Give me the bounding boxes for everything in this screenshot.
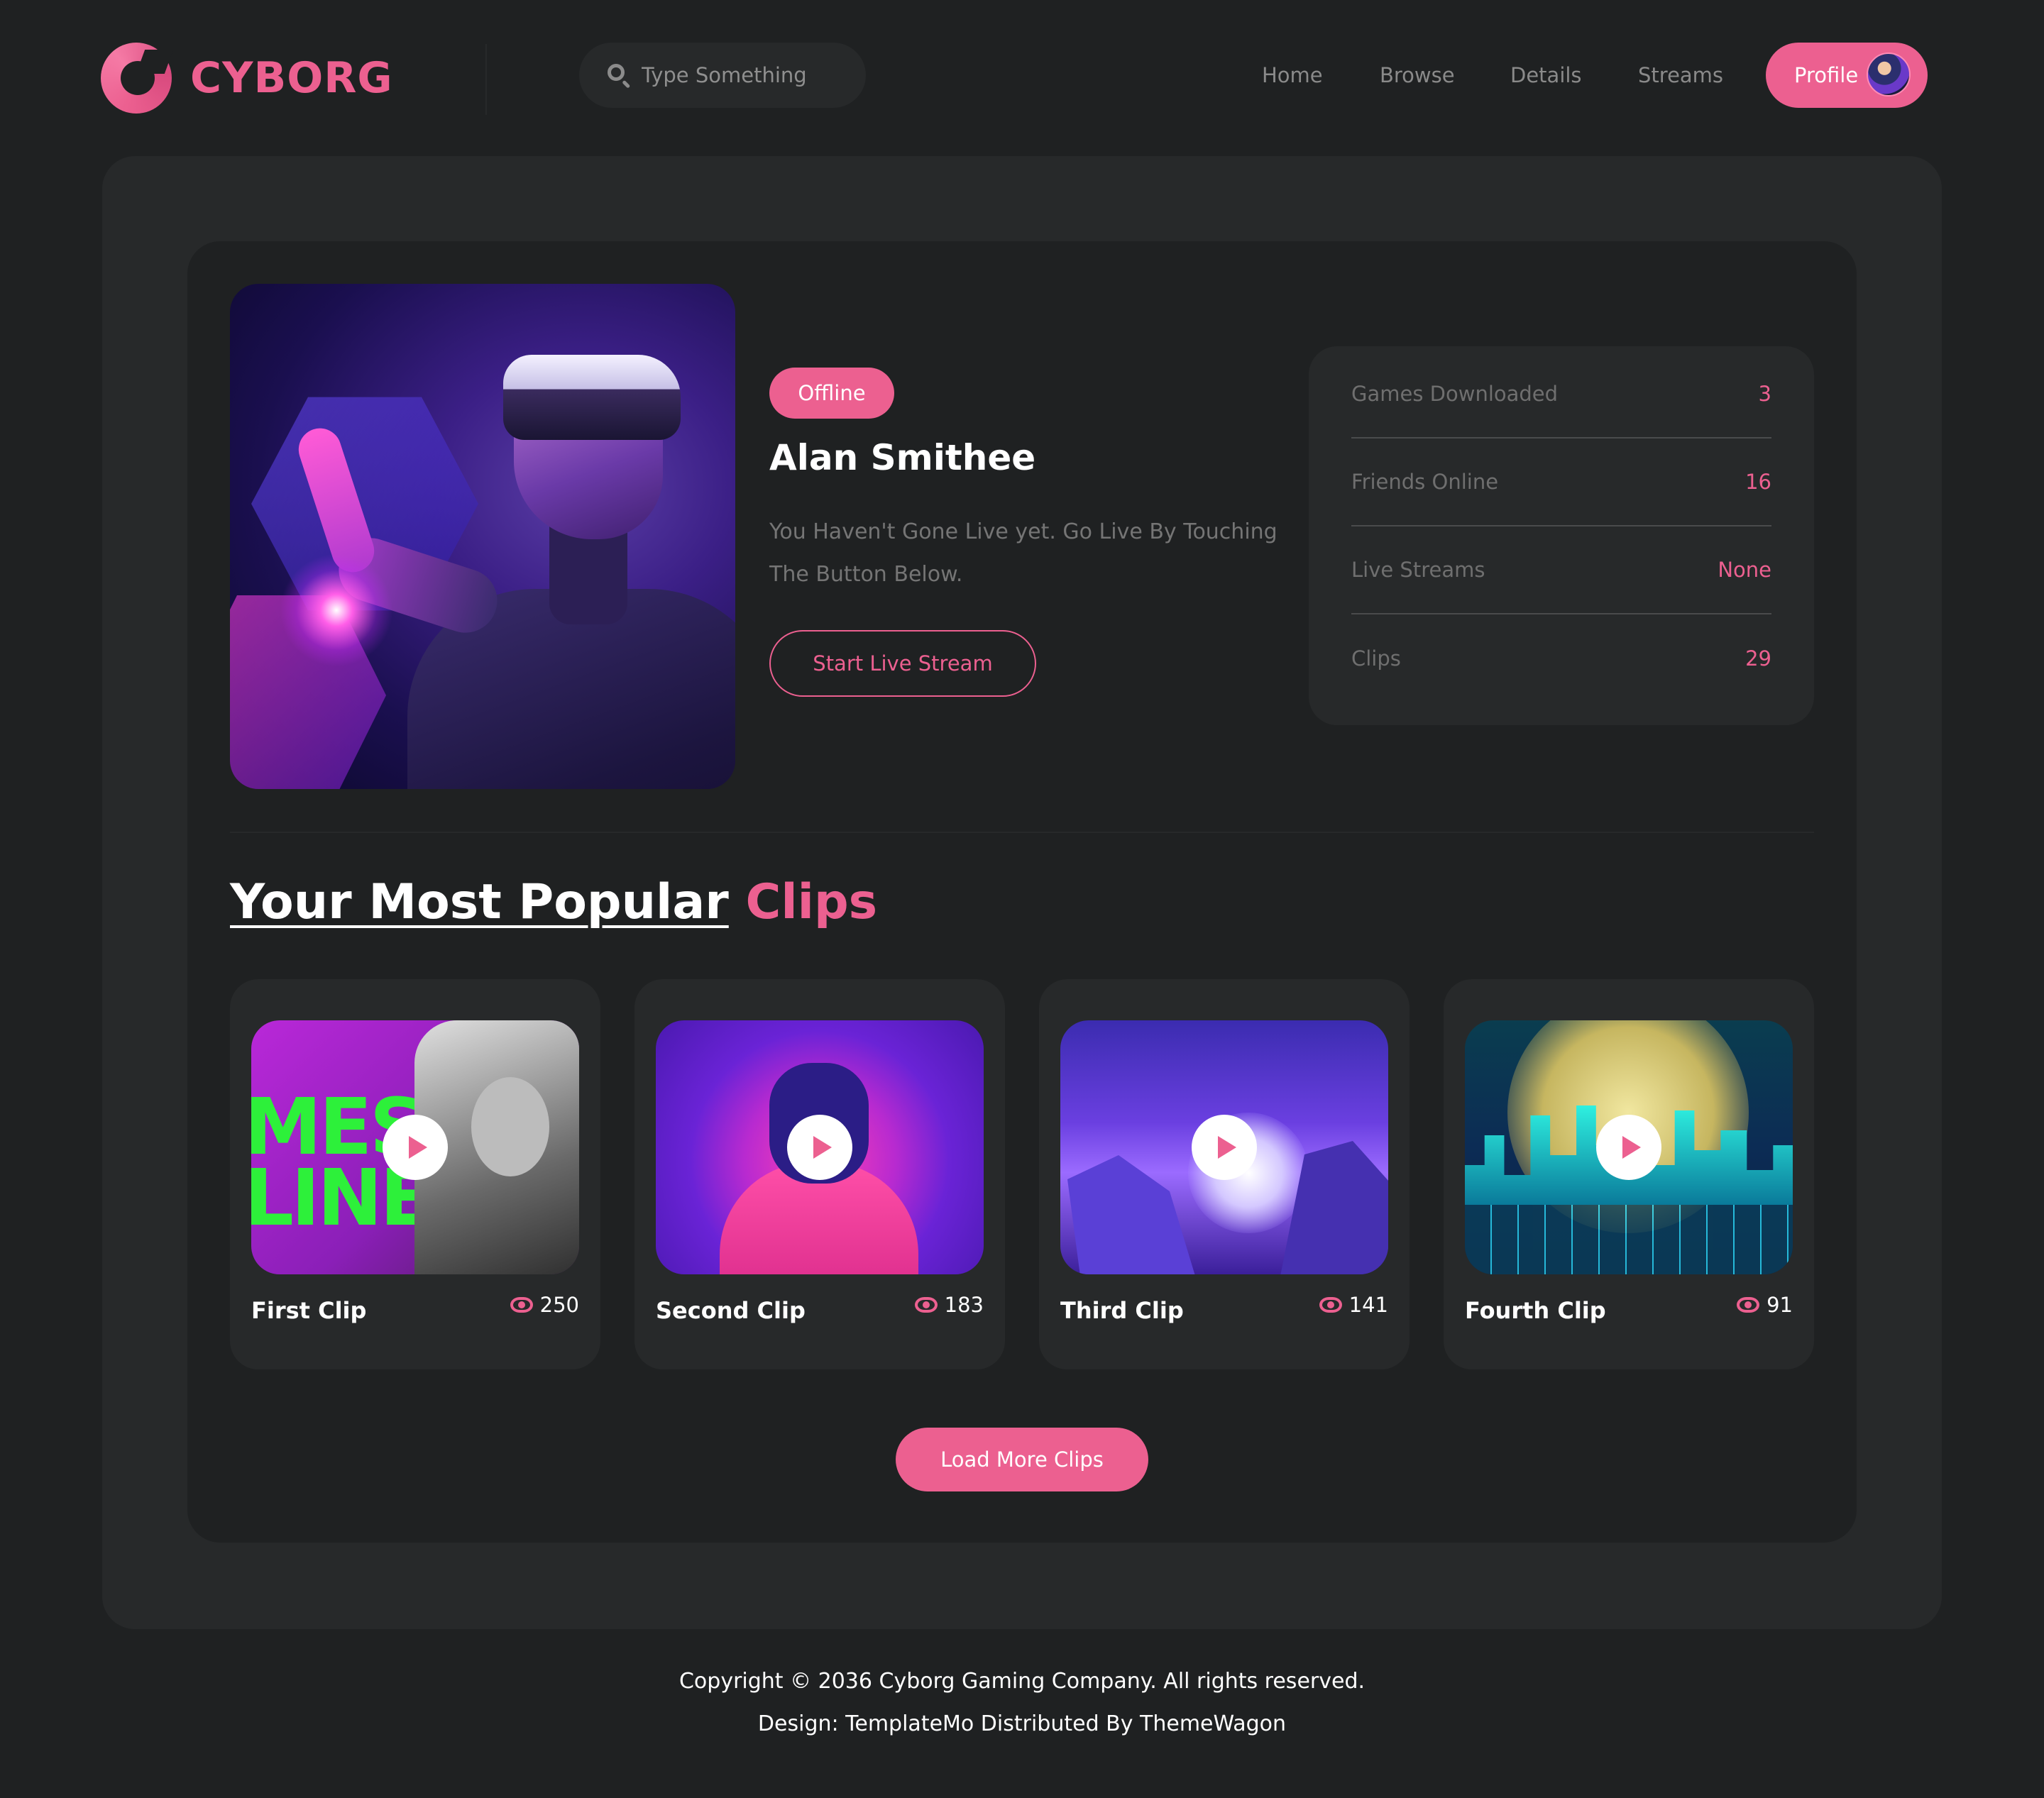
stat-value-live-streams: None xyxy=(1718,558,1771,582)
stats-card: Games Downloaded 3 Friends Online 16 Liv… xyxy=(1309,346,1814,725)
user-name: Alan Smithee xyxy=(769,437,1036,478)
footer-credit: Design: TemplateMo Distributed By ThemeW… xyxy=(757,1711,1287,1736)
clip-views: 91 xyxy=(1737,1293,1793,1317)
clip-thumbnail[interactable] xyxy=(656,1020,984,1274)
clip-views: 250 xyxy=(510,1293,579,1317)
clip-thumbnail[interactable] xyxy=(1060,1020,1388,1274)
stat-label-clips: Clips xyxy=(1351,646,1401,671)
profile-button[interactable]: Profile xyxy=(1766,43,1928,108)
section-heading-main: Your Most Popular xyxy=(230,874,729,930)
play-icon[interactable] xyxy=(1596,1115,1661,1180)
clip-thumbnail[interactable]: MES LINE xyxy=(251,1020,579,1274)
clip-views: 183 xyxy=(914,1293,984,1317)
search-input[interactable] xyxy=(642,63,855,87)
footer: Copyright © 2036 Cyborg Gaming Company. … xyxy=(0,1660,2044,1745)
clip-view-count: 183 xyxy=(944,1293,984,1317)
nav-item-home[interactable]: Home xyxy=(1262,63,1323,87)
clip-title[interactable]: Second Clip xyxy=(656,1297,806,1324)
footer-copyright: Copyright © 2036 Cyborg Gaming Company. … xyxy=(678,1669,1366,1694)
stat-label-live-streams: Live Streams xyxy=(1351,558,1485,582)
cyborg-logo-icon xyxy=(101,43,172,114)
eye-icon xyxy=(914,1297,938,1313)
status-badge: Offline xyxy=(769,368,894,419)
eye-icon xyxy=(1737,1297,1760,1313)
profile-button-label: Profile xyxy=(1794,63,1859,87)
clip-card[interactable]: Fourth Clip 91 xyxy=(1444,979,1814,1369)
brand-logo[interactable]: CYBORG xyxy=(101,40,393,116)
load-more-clips-button[interactable]: Load More Clips xyxy=(896,1428,1148,1491)
eye-icon xyxy=(1319,1297,1342,1313)
stat-row: Games Downloaded 3 xyxy=(1351,351,1771,439)
stat-row: Live Streams None xyxy=(1351,526,1771,614)
stat-row: Clips 29 xyxy=(1351,614,1771,702)
section-heading-accent: Clips xyxy=(745,874,878,930)
avatar xyxy=(1867,53,1911,96)
search-box[interactable] xyxy=(579,43,866,108)
play-icon[interactable] xyxy=(787,1115,852,1180)
clip-thumbnail[interactable] xyxy=(1465,1020,1793,1274)
brand-name: CYBORG xyxy=(190,53,393,103)
nav-item-details[interactable]: Details xyxy=(1510,63,1582,87)
nav-item-browse[interactable]: Browse xyxy=(1380,63,1455,87)
section-divider xyxy=(230,832,1814,833)
clip-title[interactable]: Third Clip xyxy=(1060,1297,1184,1324)
clip-title[interactable]: Fourth Clip xyxy=(1465,1297,1606,1324)
clip-card[interactable]: Third Clip 141 xyxy=(1039,979,1410,1369)
user-description: You Haven't Gone Live yet. Go Live By To… xyxy=(769,519,1278,587)
stat-value-clips: 29 xyxy=(1745,646,1771,671)
start-live-stream-button[interactable]: Start Live Stream xyxy=(769,630,1036,697)
clip-view-count: 141 xyxy=(1348,1293,1388,1317)
profile-image xyxy=(230,284,735,789)
clip-card[interactable]: Second Clip 183 xyxy=(634,979,1005,1369)
nav-item-streams[interactable]: Streams xyxy=(1638,63,1723,87)
stat-label-friends-online: Friends Online xyxy=(1351,470,1499,494)
stat-value-friends-online: 16 xyxy=(1745,470,1771,494)
clip-card[interactable]: MES LINE First Clip 250 xyxy=(230,979,600,1369)
stat-label-games-downloaded: Games Downloaded xyxy=(1351,382,1559,406)
stat-value-games-downloaded: 3 xyxy=(1758,382,1771,406)
clip-views: 141 xyxy=(1319,1293,1388,1317)
play-icon[interactable] xyxy=(383,1115,448,1180)
header-divider xyxy=(485,44,487,115)
search-icon xyxy=(606,62,632,89)
eye-icon xyxy=(510,1297,533,1313)
clip-title[interactable]: First Clip xyxy=(251,1297,366,1324)
clip-view-count: 250 xyxy=(539,1293,579,1317)
play-icon[interactable] xyxy=(1192,1115,1257,1180)
stat-row: Friends Online 16 xyxy=(1351,439,1771,526)
section-heading: Your Most Popular Clips xyxy=(230,874,877,930)
header: CYBORG Home Browse Details Streams Profi… xyxy=(0,0,2044,156)
clip-view-count: 91 xyxy=(1766,1293,1793,1317)
